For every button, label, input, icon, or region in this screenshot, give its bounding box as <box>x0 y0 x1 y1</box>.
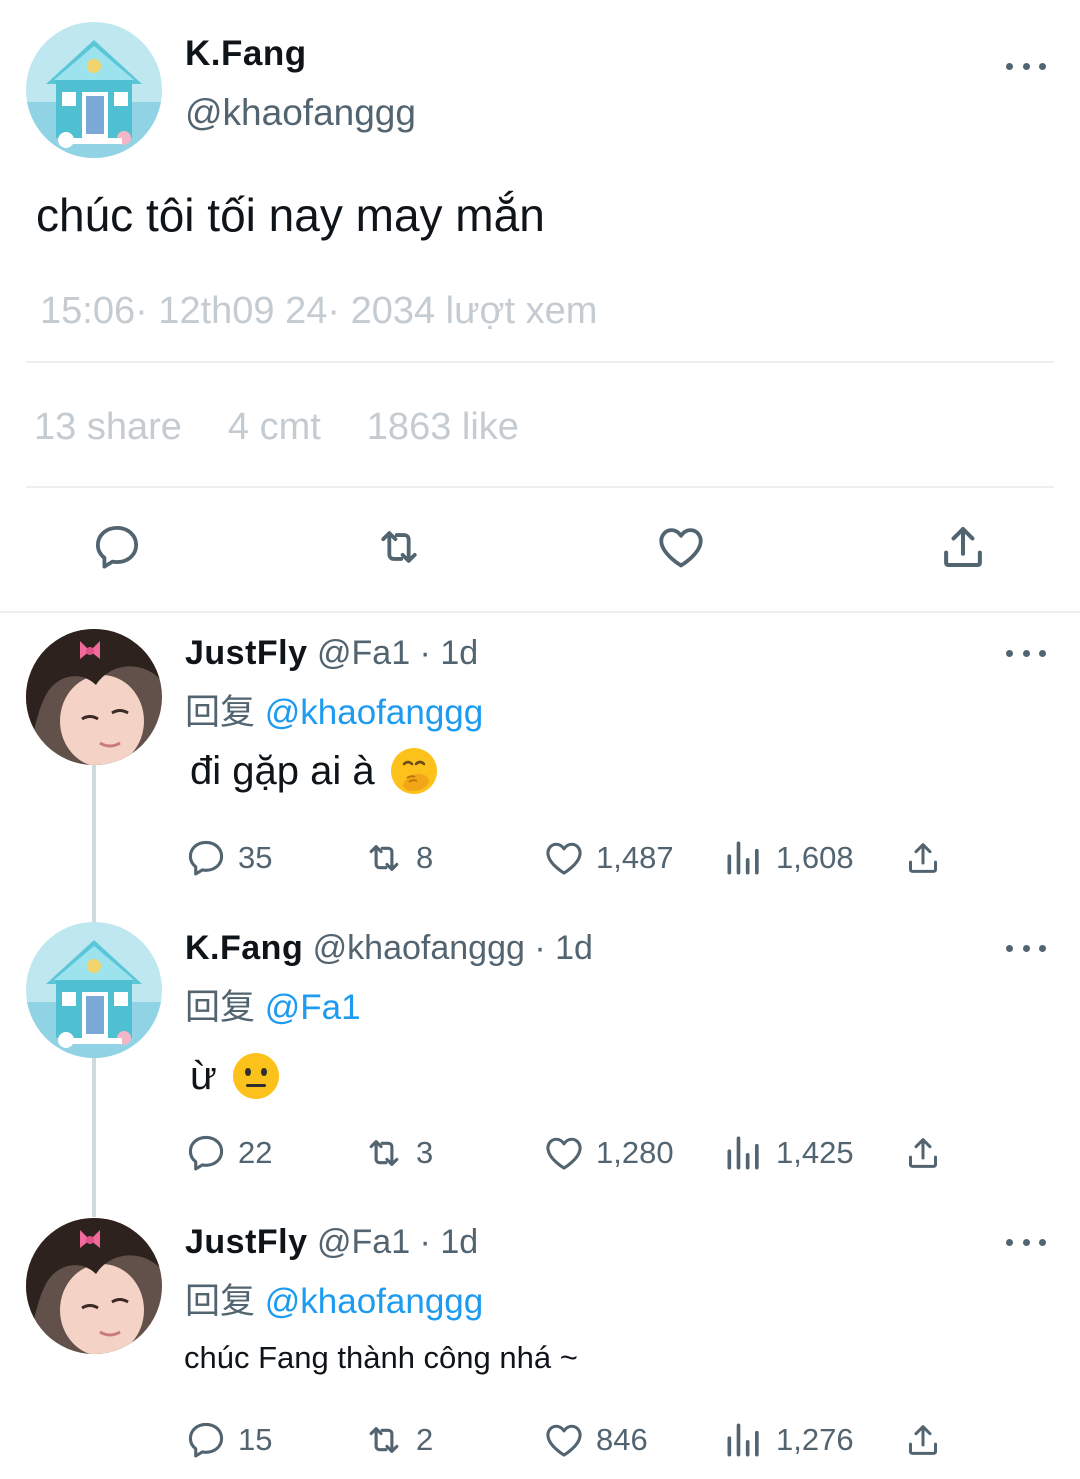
like-icon <box>542 1131 586 1175</box>
retweet-icon <box>362 1131 406 1175</box>
view-count-value: 1,608 <box>776 840 854 875</box>
divider <box>0 611 1080 613</box>
house-avatar-image <box>26 922 162 1058</box>
mention-link[interactable]: @khaofanggg <box>265 1282 483 1321</box>
mention-link[interactable]: @khaofanggg <box>265 693 483 732</box>
reply-handle-time: @Fa1 · 1d <box>317 634 479 672</box>
view-count-value: 1,276 <box>776 1422 854 1457</box>
retweet-icon <box>362 836 406 880</box>
retweet-icon[interactable] <box>372 520 426 574</box>
share-icon[interactable] <box>903 838 943 878</box>
replying-to: 回复 @khaofanggg <box>185 684 483 735</box>
reply-text-content: chúc Fang thành công nhá ~ <box>184 1340 578 1375</box>
reply-text: đi gặp ai à <box>190 746 439 796</box>
replying-to: 回复 @Fa1 <box>185 979 361 1030</box>
reply-count-value: 35 <box>238 840 273 875</box>
like-count-value: 1,280 <box>596 1135 674 1170</box>
views-icon <box>722 1131 766 1175</box>
like-count[interactable]: 1863 like <box>367 406 519 449</box>
reply-count-value: 15 <box>238 1422 273 1457</box>
mention-link[interactable]: @Fa1 <box>265 988 361 1027</box>
reply-count[interactable]: 35 <box>184 836 272 880</box>
replying-prefix: 回复 <box>185 988 256 1027</box>
divider <box>26 361 1054 363</box>
comment-count[interactable]: 4 cmt <box>228 406 321 449</box>
reply-name: K.Fang <box>185 929 304 967</box>
reply-icon <box>184 836 228 880</box>
retweet-count[interactable]: 2 <box>362 1418 433 1462</box>
reply-text-content: đi gặp ai à <box>190 748 375 793</box>
share-icon[interactable] <box>903 1133 943 1173</box>
tweet-meta: 15:06· 12th09 24· 2034 lượt xem <box>40 290 598 332</box>
share-icon[interactable] <box>936 520 990 574</box>
reply-handle-time: @Fa1 · 1d <box>317 1223 479 1261</box>
avatar[interactable] <box>26 922 162 1058</box>
like-icon <box>542 1418 586 1462</box>
reply-author[interactable]: JustFly @Fa1 · 1d <box>185 1223 478 1262</box>
reply-text: ừ <box>190 1051 281 1101</box>
reply-icon[interactable] <box>90 520 144 574</box>
view-count-value: 1,425 <box>776 1135 854 1170</box>
more-options-icon[interactable] <box>1006 938 1046 958</box>
like-count-value: 1,487 <box>596 840 674 875</box>
view-count[interactable]: 1,608 <box>722 836 854 880</box>
reply-icon <box>184 1131 228 1175</box>
views-icon <box>722 1418 766 1462</box>
reply-text-content: ừ <box>190 1053 217 1098</box>
author-handle[interactable]: @khaofanggg <box>185 92 416 134</box>
replying-to: 回复 @khaofanggg <box>185 1273 483 1324</box>
more-options-icon[interactable] <box>1006 1232 1046 1252</box>
retweet-count[interactable]: 3 <box>362 1131 433 1175</box>
neutral-face-emoji <box>232 1053 279 1099</box>
like-icon <box>542 836 586 880</box>
divider <box>26 486 1054 488</box>
hand-over-mouth-emoji <box>390 748 437 794</box>
reply-count[interactable]: 15 <box>184 1418 272 1462</box>
avatar[interactable] <box>26 1218 162 1354</box>
avatar[interactable] <box>26 22 162 158</box>
reply-name: JustFly <box>185 634 308 672</box>
share-icon[interactable] <box>903 1420 943 1460</box>
author-name[interactable]: K.Fang <box>185 34 307 74</box>
like-icon[interactable] <box>654 520 708 574</box>
retweet-count-value: 8 <box>416 840 434 875</box>
reply-author[interactable]: K.Fang @khaofanggg · 1d <box>185 929 593 968</box>
like-count[interactable]: 846 <box>542 1418 648 1462</box>
reply-icon <box>184 1418 228 1462</box>
share-count[interactable]: 13 share <box>34 406 182 449</box>
reply-text: chúc Fang thành công nhá ~ <box>184 1340 578 1376</box>
retweet-count-value: 3 <box>416 1135 434 1170</box>
view-count[interactable]: 1,276 <box>722 1418 854 1462</box>
avatar[interactable] <box>26 629 162 765</box>
like-count[interactable]: 1,280 <box>542 1131 674 1175</box>
retweet-count-value: 2 <box>416 1422 434 1457</box>
girl-avatar-image <box>26 1218 162 1354</box>
girl-avatar-image <box>26 629 162 765</box>
replying-prefix: 回复 <box>185 693 256 732</box>
more-options-icon[interactable] <box>1006 643 1046 663</box>
reply-handle-time: @khaofanggg · 1d <box>312 929 593 967</box>
retweet-count[interactable]: 8 <box>362 836 433 880</box>
more-options-icon[interactable] <box>1006 56 1046 76</box>
tweet-text: chúc tôi tối nay may mắn <box>36 189 545 241</box>
view-count[interactable]: 1,425 <box>722 1131 854 1175</box>
house-avatar-image <box>26 22 162 158</box>
like-count-value: 846 <box>596 1422 648 1457</box>
views-icon <box>722 836 766 880</box>
reply-name: JustFly <box>185 1223 308 1261</box>
like-count[interactable]: 1,487 <box>542 836 674 880</box>
retweet-icon <box>362 1418 406 1462</box>
reply-author[interactable]: JustFly @Fa1 · 1d <box>185 634 478 673</box>
tweet-stats: 13 share 4 cmt 1863 like <box>34 406 519 449</box>
reply-count[interactable]: 22 <box>184 1131 272 1175</box>
reply-count-value: 22 <box>238 1135 273 1170</box>
replying-prefix: 回复 <box>185 1282 256 1321</box>
